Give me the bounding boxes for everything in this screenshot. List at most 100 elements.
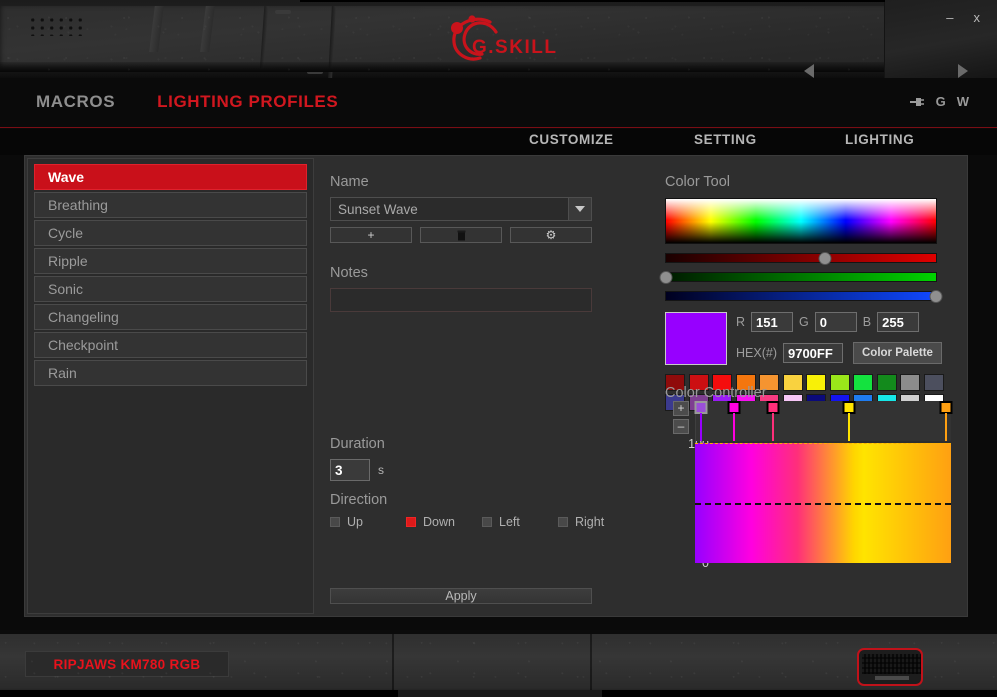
duration-row: s: [330, 459, 610, 481]
w-indicator[interactable]: W: [957, 94, 969, 109]
checkbox-down[interactable]: [406, 517, 416, 527]
red-slider[interactable]: [665, 253, 937, 263]
blue-slider-handle[interactable]: [930, 290, 943, 303]
color-tool-label: Color Tool: [665, 174, 955, 190]
color-controller-label: Color Controller: [665, 385, 955, 401]
device-thumbnail-spacebar: [875, 676, 909, 680]
effect-item-wave[interactable]: Wave: [34, 164, 307, 190]
green-slider-handle[interactable]: [660, 271, 673, 284]
sub-tab-bar: CUSTOMIZE SETTING LIGHTING: [0, 129, 997, 155]
nav-item-macros[interactable]: MACROS: [36, 92, 115, 112]
device-thumbnail[interactable]: [857, 648, 923, 686]
hex-input[interactable]: [783, 343, 843, 363]
tab-customize[interactable]: CUSTOMIZE: [529, 132, 614, 147]
footer-bar: RIPJAWS KM780 RGB: [0, 630, 997, 697]
main-navbar: MACROS LIGHTING PROFILES G W: [0, 78, 997, 128]
gradient-stop-line-2: [772, 413, 774, 441]
g-label: G: [799, 315, 809, 329]
profile-name-input[interactable]: [330, 197, 568, 221]
checkbox-up[interactable]: [330, 517, 340, 527]
selected-color-preview: [665, 312, 727, 365]
direction-option-up[interactable]: Up: [330, 515, 406, 529]
direction-label-right: Right: [575, 515, 604, 529]
prev-device-arrow[interactable]: [804, 64, 814, 78]
color-fields: R G B HEX(#) Color Palette: [736, 312, 942, 365]
hex-label: HEX(#): [736, 346, 777, 360]
window-controls: – x: [943, 9, 983, 26]
direction-options: Up Down Left Right: [330, 515, 610, 529]
effect-item-sonic[interactable]: Sonic: [34, 276, 307, 302]
green-slider[interactable]: [665, 272, 937, 282]
checkbox-right[interactable]: [558, 517, 568, 527]
duration-label: Duration: [330, 436, 610, 452]
red-slider-handle[interactable]: [819, 252, 832, 265]
nav-right-indicators: G W: [908, 94, 969, 109]
direction-option-down[interactable]: Down: [406, 515, 482, 529]
r-label: R: [736, 315, 745, 329]
main-content-panel: Wave Breathing Cycle Ripple Sonic Change…: [24, 155, 968, 617]
hex-row: HEX(#) Color Palette: [736, 342, 942, 364]
effect-item-breathing[interactable]: Breathing: [34, 192, 307, 218]
gradient-midline: [695, 503, 951, 505]
tab-setting[interactable]: SETTING: [694, 132, 757, 147]
effect-item-cycle[interactable]: Cycle: [34, 220, 307, 246]
gskill-logo: G.SKILL: [444, 10, 562, 66]
nav-item-lighting-profiles[interactable]: LIGHTING PROFILES: [157, 92, 338, 112]
keyboard-vents: [28, 16, 84, 36]
device-name-chip: RIPJAWS KM780 RGB: [25, 651, 229, 677]
keyboard-ridge: [200, 6, 215, 52]
direction-option-left[interactable]: Left: [482, 515, 558, 529]
delete-profile-button[interactable]: [420, 227, 502, 243]
duration-block: Duration s: [330, 436, 610, 481]
keyboard-nub: [275, 10, 291, 14]
device-thumbnail-keys: [862, 654, 922, 674]
duration-input[interactable]: [330, 459, 370, 481]
rgb-fields: R G B: [736, 312, 942, 332]
notes-input[interactable]: [330, 288, 592, 312]
direction-option-right[interactable]: Right: [558, 515, 604, 529]
blue-slider[interactable]: [665, 291, 937, 301]
gradient-stops-track[interactable]: [695, 401, 951, 441]
r-input[interactable]: [751, 312, 793, 332]
tab-lighting[interactable]: LIGHTING: [845, 132, 914, 147]
next-device-arrow[interactable]: [958, 64, 968, 78]
trash-icon: [457, 230, 466, 241]
apply-button[interactable]: Apply: [330, 588, 592, 604]
chevron-down-icon: [575, 206, 585, 212]
checkbox-left[interactable]: [482, 517, 492, 527]
keyboard-ridge: [149, 6, 164, 52]
close-button[interactable]: x: [971, 9, 984, 26]
direction-label-left: Left: [499, 515, 520, 529]
profile-action-buttons: + ⚙: [330, 227, 592, 243]
plug-icon[interactable]: [908, 96, 925, 108]
duration-unit: s: [378, 463, 384, 477]
b-label: B: [863, 315, 871, 329]
color-column: Color Tool R G B: [665, 174, 955, 411]
direction-label: Direction: [330, 492, 610, 508]
gradient-stop-line-0: [700, 413, 702, 441]
footer-seam: [392, 634, 394, 694]
b-input[interactable]: [877, 312, 919, 332]
effect-item-checkpoint[interactable]: Checkpoint: [34, 332, 307, 358]
name-field-row: [330, 197, 592, 221]
header-top-inset: [300, 0, 885, 2]
effect-item-rain[interactable]: Rain: [34, 360, 307, 386]
gradient-stop-line-4: [945, 413, 947, 441]
footer-seam: [590, 634, 592, 694]
color-gradient-picker[interactable]: [665, 198, 937, 244]
g-indicator[interactable]: G: [936, 94, 946, 109]
color-palette-button[interactable]: Color Palette: [853, 342, 942, 364]
profile-settings-button[interactable]: ⚙: [510, 227, 592, 243]
profile-name-dropdown-button[interactable]: [568, 197, 592, 221]
minimize-button[interactable]: –: [943, 9, 956, 26]
effect-item-changeling[interactable]: Changeling: [34, 304, 307, 330]
color-values-row: R G B HEX(#) Color Palette: [665, 312, 955, 365]
effect-item-ripple[interactable]: Ripple: [34, 248, 307, 274]
add-profile-button[interactable]: +: [330, 227, 412, 243]
gradient-stop-line-1: [733, 413, 735, 441]
logo-wordmark: G.SKILL: [472, 37, 557, 58]
direction-block: Direction Up Down Left: [330, 492, 610, 529]
profile-settings-column: Name + ⚙ Notes Duratio: [330, 174, 630, 604]
g-input[interactable]: [815, 312, 857, 332]
direction-label-up: Up: [347, 515, 363, 529]
